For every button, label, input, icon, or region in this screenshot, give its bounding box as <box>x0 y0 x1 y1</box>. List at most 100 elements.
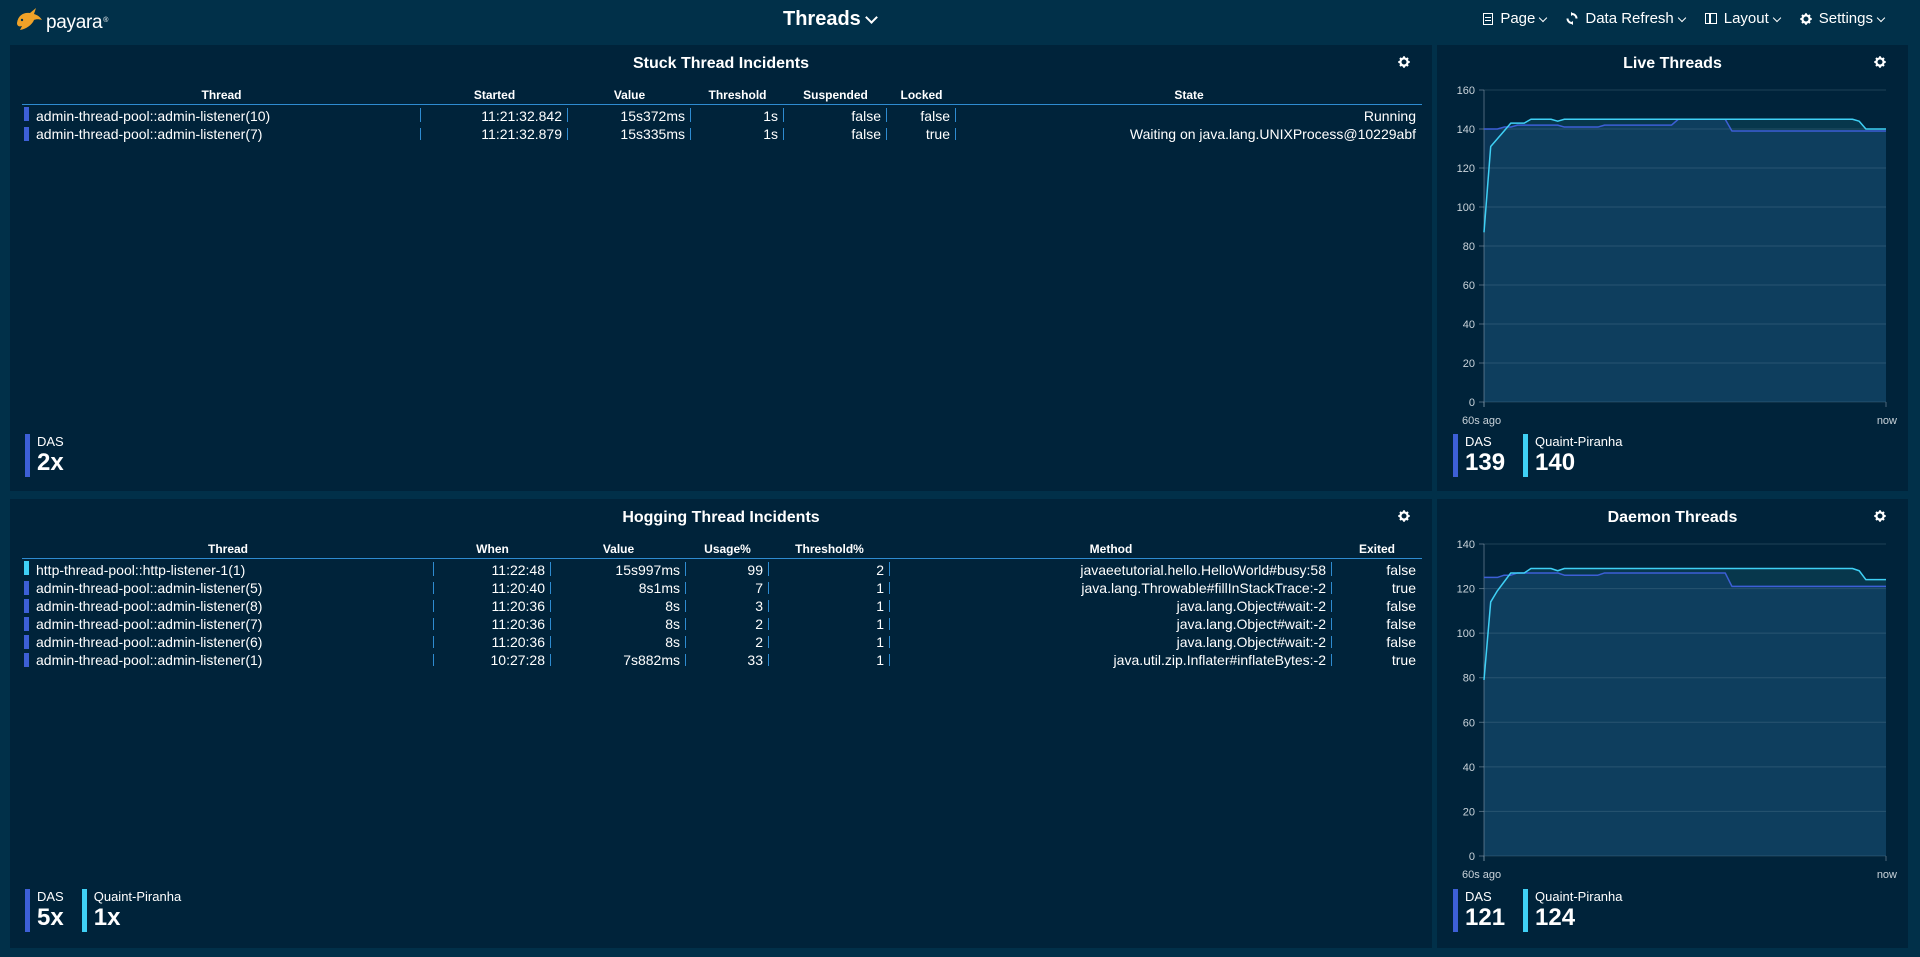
menu-settings[interactable]: Settings <box>1799 10 1886 27</box>
thread-name: admin-thread-pool::admin-listener(10) <box>36 107 271 124</box>
cell-threshold-: 1 <box>769 651 890 669</box>
y-tick-label: 120 <box>1457 163 1475 175</box>
column-header-state[interactable]: State <box>956 87 1422 105</box>
cell-usage-: 33 <box>686 651 769 669</box>
series-area-das <box>1484 119 1886 402</box>
cell-when: 11:22:48 <box>434 558 551 579</box>
table-row[interactable]: admin-thread-pool::admin-listener(7) 11:2… <box>22 615 1422 633</box>
column-header-value[interactable]: Value <box>551 541 686 559</box>
legend-color-bar <box>1523 889 1529 932</box>
cell-threshold-: 2 <box>769 558 890 579</box>
cell-thread: admin-thread-pool::admin-listener(6) <box>22 633 434 651</box>
page-title: Threads <box>783 8 861 30</box>
gear-icon[interactable] <box>1398 510 1410 522</box>
cell-usage-: 2 <box>686 615 769 633</box>
layout-icon <box>1704 13 1717 24</box>
cell-value: 8s <box>551 615 686 633</box>
panel-title: Stuck Thread Incidents <box>632 55 810 72</box>
y-tick-label: 160 <box>1457 85 1475 97</box>
cell-value: 8s <box>551 597 686 615</box>
table-row[interactable]: admin-thread-pool::admin-listener(5) 11:2… <box>22 579 1422 597</box>
daemon-threads-panel: Daemon Threads 0 20 40 60 80 100 120 140 60s ago… <box>1437 499 1908 948</box>
cell-threshold-: 1 <box>769 579 890 597</box>
gear-icon[interactable] <box>1398 56 1410 68</box>
cell-exited: true <box>1391 651 1416 668</box>
legend-label: DAS <box>37 434 64 449</box>
cell-exited: true <box>1391 579 1416 596</box>
column-header-usage-[interactable]: Usage% <box>686 541 769 559</box>
table-row[interactable]: admin-thread-pool::admin-listener(1) 10:2… <box>22 651 1422 669</box>
legend-stat-quaint-piranha: Quaint-Piranha 140 <box>1523 434 1623 477</box>
payara-logo[interactable]: payara® <box>14 4 108 36</box>
gear-icon <box>1799 12 1812 25</box>
menu-layout[interactable]: Layout <box>1704 10 1782 27</box>
menu-data-refresh[interactable]: Data Refresh <box>1566 10 1686 27</box>
chevron-down-icon <box>1876 13 1886 22</box>
table-row[interactable]: admin-thread-pool::admin-listener(7) 11:2… <box>22 125 1422 143</box>
instance-color-marker <box>24 126 29 141</box>
menu-page[interactable]: Page <box>1483 10 1548 27</box>
page-icon <box>1483 12 1494 25</box>
legend-stat-das: DAS 5x <box>25 889 64 932</box>
cell-method: java.lang.Object#wait:-2 <box>890 597 1332 615</box>
menu-settings-label: Settings <box>1818 10 1873 27</box>
y-tick-label: 80 <box>1463 241 1475 253</box>
top-menu: Page Data Refresh Layout Settings <box>1483 10 1886 27</box>
table-row[interactable]: admin-thread-pool::admin-listener(8) 11:2… <box>22 597 1422 615</box>
x-tick-label: 60s ago <box>1462 869 1501 881</box>
column-header-suspended[interactable]: Suspended <box>784 87 887 105</box>
legend-value: 139 <box>1465 449 1506 476</box>
chevron-down-icon <box>1772 13 1782 22</box>
cell-method: java.lang.Object#wait:-2 <box>890 633 1332 651</box>
logo-text: payara® <box>46 12 109 33</box>
legend-label: Quaint-Piranha <box>1535 889 1623 904</box>
cell-suspended: false <box>784 125 887 143</box>
cell-thread: admin-thread-pool::admin-listener(8) <box>22 597 434 615</box>
menu-page-label: Page <box>1500 10 1536 27</box>
legend-color-bar <box>25 434 30 477</box>
cell-exited: false <box>1386 615 1416 632</box>
column-header-method[interactable]: Method <box>890 541 1332 559</box>
cell-state: Running <box>1363 107 1416 124</box>
cell-thread: admin-thread-pool::admin-listener(1) <box>22 651 434 669</box>
column-header-thread[interactable]: Thread <box>22 541 434 559</box>
x-tick-label: now <box>1877 869 1897 881</box>
page-title-dropdown[interactable]: Threads <box>783 8 878 31</box>
column-header-thread[interactable]: Thread <box>22 87 421 105</box>
stuck-thread-incidents-panel: Stuck Thread Incidents Thread Started Valu… <box>10 45 1432 491</box>
x-tick-label: 60s ago <box>1462 415 1501 427</box>
instance-color-marker <box>24 598 29 613</box>
cell-usage-: 99 <box>686 558 769 579</box>
cell-usage-: 2 <box>686 633 769 651</box>
panel-title: Hogging Thread Incidents <box>622 509 820 526</box>
cell-usage-: 7 <box>686 579 769 597</box>
column-header-value[interactable]: Value <box>568 87 691 105</box>
thread-name: http-thread-pool::http-listener-1(1) <box>36 561 246 578</box>
instance-color-marker <box>24 634 29 649</box>
cell-threshold-: 1 <box>769 597 890 615</box>
y-tick-label: 0 <box>1469 397 1475 409</box>
cell-method: java.lang.Throwable#fillInStackTrace:-2 <box>890 579 1332 597</box>
column-header-when[interactable]: When <box>434 541 551 559</box>
chevron-down-icon <box>1539 13 1548 22</box>
column-header-threshold-[interactable]: Threshold% <box>769 541 890 559</box>
table-row[interactable]: admin-thread-pool::admin-listener(10) 11:… <box>22 104 1422 125</box>
table-row[interactable]: admin-thread-pool::admin-listener(6) 11:2… <box>22 633 1422 651</box>
legend-label: DAS <box>37 889 64 904</box>
thread-name: admin-thread-pool::admin-listener(7) <box>36 615 263 632</box>
table-row[interactable]: http-thread-pool::http-listener-1(1) 11:2… <box>22 558 1422 579</box>
column-header-threshold[interactable]: Threshold <box>691 87 784 105</box>
cell-method: java.util.zip.Inflater#inflateBytes:-2 <box>890 651 1332 669</box>
hogging-thread-incidents-panel: Hogging Thread Incidents Thread When Value… <box>10 499 1432 948</box>
x-tick-label: now <box>1877 415 1897 427</box>
series-area-das <box>1484 572 1886 856</box>
column-header-exited[interactable]: Exited <box>1332 541 1422 559</box>
daemon-threads-chart: 0 20 40 60 80 100 120 140 60s ago now <box>1457 539 1897 881</box>
cell-value: 8s <box>551 633 686 651</box>
legend-stat-quaint-piranha: Quaint-Piranha 124 <box>1523 889 1623 932</box>
cell-when: 11:20:36 <box>434 597 551 615</box>
chevron-down-icon <box>1677 13 1686 22</box>
column-header-started[interactable]: Started <box>421 87 568 105</box>
cell-thread: admin-thread-pool::admin-listener(10) <box>22 104 421 125</box>
column-header-locked[interactable]: Locked <box>887 87 956 105</box>
